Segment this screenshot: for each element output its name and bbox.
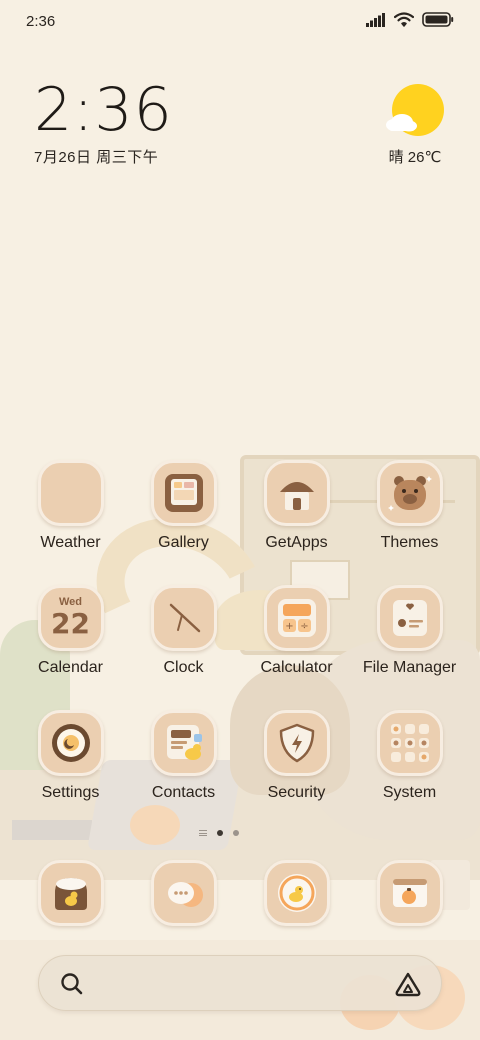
themes-icon[interactable] — [376, 460, 443, 526]
app-getapps[interactable]: GetApps — [240, 460, 353, 585]
app-contacts[interactable]: Contacts — [127, 710, 240, 835]
shield-glyph — [279, 723, 314, 763]
app-settings[interactable]: Settings — [14, 710, 127, 835]
settings-icon[interactable] — [37, 710, 104, 776]
app-system-folder[interactable]: System — [353, 710, 466, 835]
app-row: Settings Contacts Security System — [14, 710, 466, 835]
app-label: Security — [267, 784, 326, 801]
contacts-glyph — [166, 725, 202, 760]
dock-messages[interactable] — [127, 860, 240, 930]
getapps-icon[interactable] — [263, 460, 330, 526]
widget-time: 2:36 — [34, 75, 173, 145]
svg-text:+: + — [285, 621, 293, 632]
phone-icon[interactable] — [37, 860, 104, 926]
battery-icon — [422, 12, 454, 27]
dock — [14, 860, 466, 930]
calendar-icon[interactable]: Wed 22 — [37, 585, 104, 651]
folder-grid-glyph — [390, 724, 429, 762]
dock-browser[interactable] — [353, 860, 466, 930]
weather-widget[interactable]: 晴 26℃ — [380, 84, 450, 168]
camera-glyph — [277, 874, 316, 912]
app-file-manager[interactable]: File Manager — [353, 585, 466, 710]
widget-date: 7月26日 周三下午 — [34, 149, 159, 166]
sun-cloud-icon — [386, 84, 444, 136]
clock-hands-glyph — [169, 603, 200, 633]
capybara-glyph — [387, 476, 432, 511]
app-label: Settings — [41, 784, 100, 801]
app-label: Gallery — [158, 534, 209, 551]
security-icon[interactable] — [263, 710, 330, 776]
search-bar[interactable] — [38, 955, 442, 1011]
app-security[interactable]: Security — [240, 710, 353, 835]
folder-glyph — [392, 600, 427, 636]
file-manager-icon[interactable] — [376, 585, 443, 651]
app-grid: Weather Gallery GetApps Themes Wed 22 Ca… — [14, 460, 466, 835]
calculator-glyph: + ÷ — [277, 599, 316, 637]
app-row: Wed 22 Calendar Clock + ÷ Calculator Fil… — [14, 585, 466, 710]
house-glyph — [279, 482, 314, 510]
calculator-icon[interactable]: + ÷ — [263, 585, 330, 651]
clock-icon[interactable] — [150, 585, 217, 651]
system-folder-icon[interactable] — [376, 710, 443, 776]
phone-glyph — [54, 878, 87, 910]
contacts-icon[interactable] — [150, 710, 217, 776]
page-indicator[interactable] — [199, 830, 239, 836]
weather-icon[interactable] — [37, 460, 104, 526]
app-weather[interactable]: Weather — [14, 460, 127, 585]
status-bar: 2:36 — [0, 0, 480, 42]
app-clock[interactable]: Clock — [127, 585, 240, 710]
app-gallery[interactable]: Gallery — [127, 460, 240, 585]
app-label: GetApps — [265, 534, 328, 551]
app-label: Themes — [380, 534, 439, 551]
settings-glyph — [51, 724, 90, 762]
app-label: Calculator — [260, 659, 333, 676]
app-label: Contacts — [151, 784, 216, 801]
app-themes[interactable]: Themes — [353, 460, 466, 585]
app-calendar[interactable]: Wed 22 Calendar — [14, 585, 127, 710]
svg-text:÷: ÷ — [300, 621, 308, 632]
status-icons — [366, 12, 454, 27]
page-dot-active[interactable] — [217, 830, 223, 836]
messages-icon[interactable] — [150, 860, 217, 926]
status-time: 2:36 — [26, 13, 56, 30]
search-icon[interactable] — [59, 971, 85, 997]
clock-widget[interactable]: 2:36 7月26日 周三下午 — [34, 78, 234, 170]
weather-text: 晴 26℃ — [388, 149, 442, 166]
dock-phone[interactable] — [14, 860, 127, 930]
app-label: Calendar — [38, 659, 103, 676]
camera-icon[interactable] — [263, 860, 330, 926]
browser-icon[interactable] — [376, 860, 443, 926]
app-label: Weather — [40, 534, 101, 551]
app-label: File Manager — [362, 659, 457, 676]
app-label: Clock — [163, 659, 204, 676]
page-list-icon[interactable] — [199, 830, 207, 836]
app-calculator[interactable]: + ÷ Calculator — [240, 585, 353, 710]
page-dot[interactable] — [233, 830, 239, 836]
dock-camera[interactable] — [240, 860, 353, 930]
app-row: Weather Gallery GetApps Themes — [14, 460, 466, 585]
app-label: System — [382, 784, 437, 801]
assistant-icon[interactable] — [393, 970, 423, 998]
calendar-date: 22 — [51, 607, 90, 640]
gallery-icon[interactable] — [150, 460, 217, 526]
messages-glyph — [167, 882, 203, 907]
signal-icon — [366, 12, 385, 27]
browser-glyph — [392, 879, 427, 907]
wifi-icon — [394, 12, 414, 27]
gallery-glyph — [164, 474, 203, 512]
